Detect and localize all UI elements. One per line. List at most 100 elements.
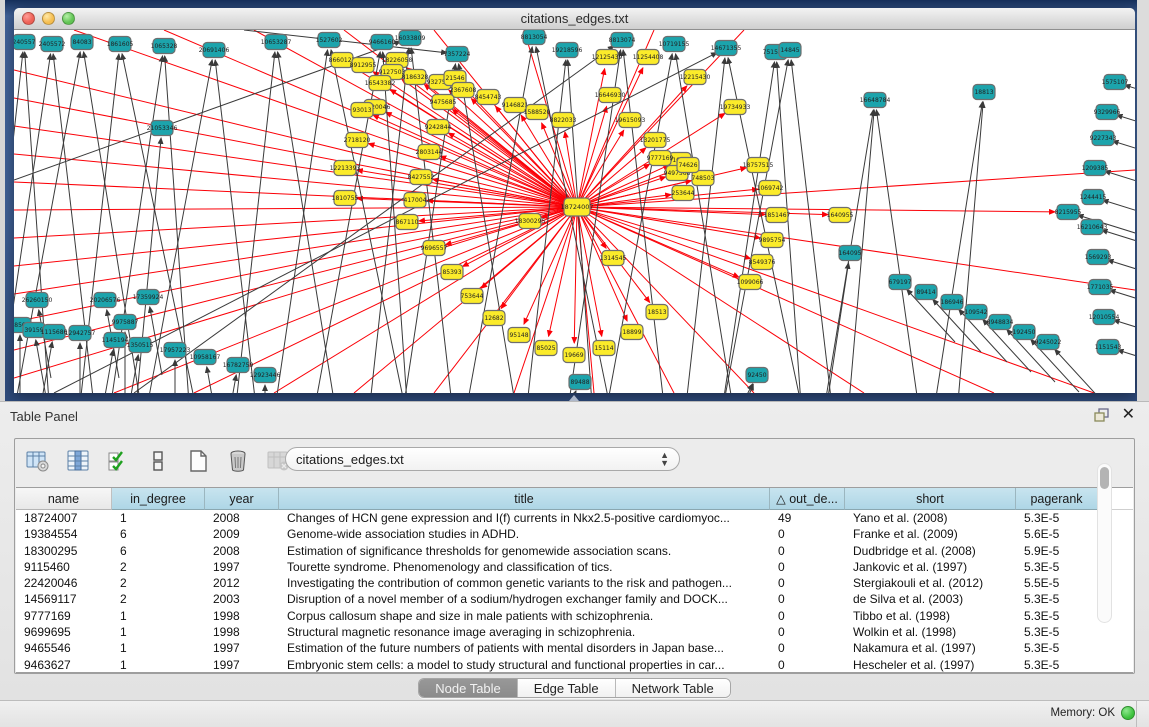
graph-node[interactable]: 14671355: [711, 41, 742, 56]
graph-node[interactable]: 95148: [508, 328, 530, 343]
graph-node[interactable]: 18899: [621, 325, 643, 340]
table-settings-icon[interactable]: [25, 448, 51, 474]
table-selector-dropdown[interactable]: citations_edges.txt ▲▼: [285, 447, 680, 471]
graph-node[interactable]: 18813: [973, 85, 995, 100]
table-row[interactable]: 1456911722003Disruption of a novel membe…: [16, 591, 1133, 607]
delete-rows-icon[interactable]: [225, 448, 251, 474]
column-header-title[interactable]: title: [279, 488, 770, 510]
graph-node[interactable]: 9895754: [759, 233, 786, 248]
graph-node[interactable]: 19734933: [720, 100, 751, 115]
graph-node[interactable]: 8822033: [550, 113, 577, 128]
graph-node[interactable]: 14845: [779, 43, 801, 58]
graph-node[interactable]: 8948834: [987, 315, 1014, 330]
graph-node[interactable]: 1575107: [1102, 75, 1129, 90]
graph-node[interactable]: 8454743: [475, 90, 502, 105]
graph-node[interactable]: 2367608: [450, 83, 477, 98]
graph-node[interactable]: 26260150: [22, 293, 53, 308]
graph-node[interactable]: 192450: [1013, 325, 1036, 340]
select-columns-icon[interactable]: [65, 448, 91, 474]
graph-node[interactable]: 1810755: [332, 191, 359, 206]
graph-node[interactable]: 17359924: [133, 290, 164, 305]
graph-node[interactable]: 18724007: [560, 198, 593, 216]
graph-node[interactable]: 12125439: [592, 50, 623, 65]
table-row[interactable]: 969969511998Structural magnetic resonanc…: [16, 624, 1133, 640]
graph-node[interactable]: 20206576: [90, 293, 121, 308]
unselect-all-icon[interactable]: [145, 448, 171, 474]
graph-node[interactable]: 1145194: [102, 333, 129, 348]
graph-node[interactable]: 2718120: [344, 133, 371, 148]
table-row[interactable]: 946362711997Embryonic stem cells: a mode…: [16, 657, 1133, 673]
graph-node[interactable]: 1209385: [1082, 161, 1109, 176]
graph-node[interactable]: 16648784: [860, 93, 891, 108]
close-panel-icon[interactable]: ✕: [1122, 407, 1135, 423]
column-header-out_de[interactable]: △ out_de...: [770, 488, 845, 510]
graph-node[interactable]: 1588520: [524, 105, 551, 120]
graph-node[interactable]: 253644: [672, 186, 695, 201]
graph-node[interactable]: 17957223: [160, 343, 191, 358]
graph-node[interactable]: 9475685: [430, 95, 457, 110]
graph-node[interactable]: 1527602: [316, 33, 343, 48]
graph-node[interactable]: 12923446: [250, 368, 281, 383]
graph-node[interactable]: 8813074: [609, 33, 636, 48]
graph-node[interactable]: 8549376: [749, 255, 776, 270]
graph-node[interactable]: 8813054: [521, 30, 548, 45]
graph-node[interactable]: 1569293: [1085, 250, 1112, 265]
graph-node[interactable]: 74626: [677, 158, 699, 173]
graph-node[interactable]: 84083: [71, 35, 93, 50]
graph-node[interactable]: 12213393: [330, 161, 361, 176]
graph-node[interactable]: 1314545: [600, 251, 627, 266]
graph-node[interactable]: 1851467: [764, 208, 791, 223]
graph-node[interactable]: 10653287: [261, 35, 292, 50]
window-titlebar[interactable]: citations_edges.txt: [14, 8, 1135, 30]
graph-node[interactable]: 7357224: [444, 47, 471, 62]
graph-node[interactable]: 186946: [941, 295, 964, 310]
graph-node[interactable]: 9777169: [647, 151, 674, 166]
table-row[interactable]: 911546021997Tourette syndrome. Phenomeno…: [16, 559, 1133, 575]
column-header-short[interactable]: short: [845, 488, 1016, 510]
column-header-in_degree[interactable]: in_degree: [112, 488, 205, 510]
graph-node[interactable]: 13201775: [640, 133, 671, 148]
graph-node[interactable]: 15114: [593, 341, 615, 356]
table-row[interactable]: 1938455462009Genome-wide association stu…: [16, 526, 1133, 542]
table-row[interactable]: 1830029562008Estimation of significance …: [16, 543, 1133, 559]
column-header-year[interactable]: year: [205, 488, 279, 510]
close-window-icon[interactable]: [22, 12, 35, 25]
graph-node[interactable]: 12215430: [680, 70, 711, 85]
tab-node-table[interactable]: Node Table: [419, 679, 518, 697]
new-file-icon[interactable]: [185, 448, 211, 474]
graph-node[interactable]: 9696557: [421, 241, 448, 256]
graph-node[interactable]: 8215955: [1055, 205, 1082, 220]
graph-node[interactable]: 1640955: [827, 208, 854, 223]
column-header-name[interactable]: name: [16, 488, 112, 510]
graph-node[interactable]: 8912955: [350, 58, 377, 73]
graph-node[interactable]: 16033809: [395, 31, 426, 46]
tab-network-table[interactable]: Network Table: [616, 679, 730, 697]
column-header-pagerank[interactable]: pagerank: [1016, 488, 1098, 510]
graph-node[interactable]: 16646930: [595, 88, 626, 103]
table-row[interactable]: 977716911998Corpus callosum shape and si…: [16, 608, 1133, 624]
graph-node[interactable]: 1350515: [127, 338, 154, 353]
graph-node[interactable]: 85393: [441, 265, 463, 280]
graph-node[interactable]: 1099066: [737, 275, 764, 290]
maximize-window-icon[interactable]: [62, 12, 75, 25]
graph-node[interactable]: 240557: [14, 35, 36, 50]
graph-node[interactable]: 1069742: [757, 181, 784, 196]
graph-node[interactable]: 11254408: [633, 50, 664, 65]
graph-node[interactable]: 19218596: [552, 43, 583, 58]
graph-node[interactable]: 9227343: [1090, 131, 1117, 146]
graph-node[interactable]: 109542: [965, 305, 988, 320]
table-row[interactable]: 946554611997Estimation of the future num…: [16, 640, 1133, 656]
graph-node[interactable]: 9329966: [1094, 105, 1121, 120]
graph-node[interactable]: 89414: [915, 285, 937, 300]
network-canvas[interactable]: 2405572405572840831861605106532820691406…: [14, 30, 1135, 393]
table-vertical-scrollbar[interactable]: [1097, 463, 1112, 623]
graph-node[interactable]: 19669: [563, 348, 585, 363]
graph-node[interactable]: 2803144: [416, 145, 443, 160]
graph-node[interactable]: 753644: [461, 289, 484, 304]
minimize-window-icon[interactable]: [42, 12, 55, 25]
graph-node[interactable]: 164095: [839, 246, 862, 261]
graph-node[interactable]: 1861605: [107, 37, 134, 52]
graph-node[interactable]: 9466160: [369, 35, 396, 50]
graph-node[interactable]: 1771035: [1087, 280, 1114, 295]
memory-indicator[interactable]: Memory: OK: [1050, 706, 1135, 720]
